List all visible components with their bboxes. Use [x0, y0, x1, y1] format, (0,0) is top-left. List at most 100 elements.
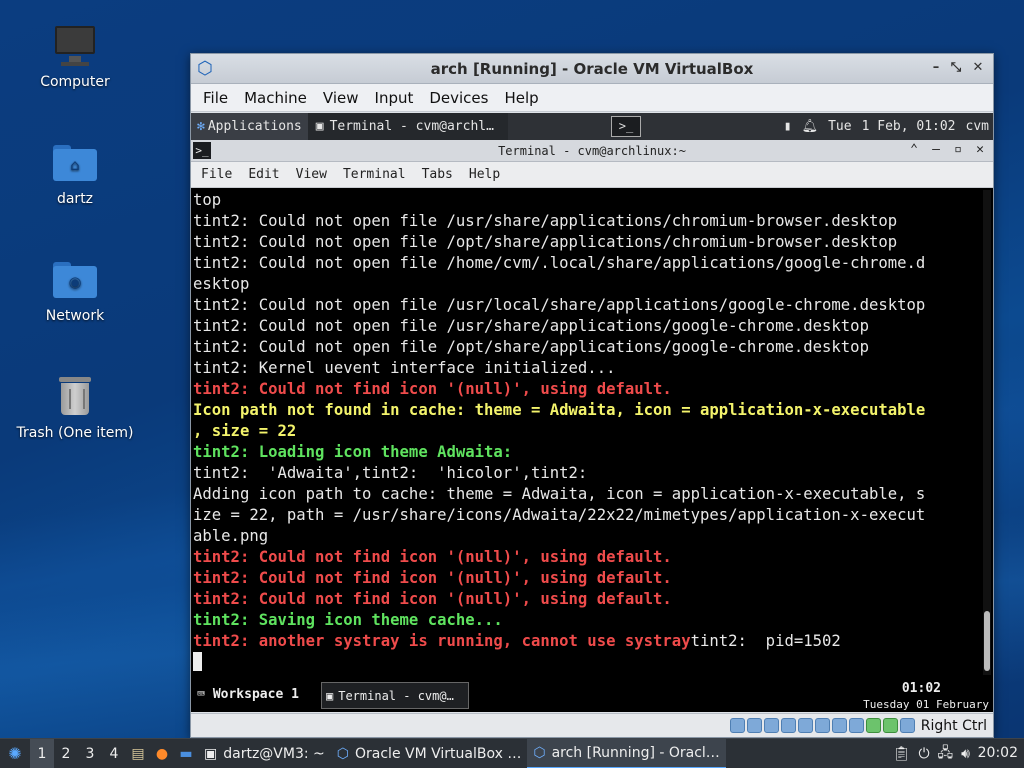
host-task-virtualbox-manager[interactable]: ⬡ Oracle VM VirtualBox …: [331, 739, 528, 768]
applications-label: Applications: [207, 119, 302, 134]
window-title: arch [Running] - Oracle VM VirtualBox: [430, 60, 754, 78]
guest-day: Tue: [828, 119, 852, 134]
menu-machine[interactable]: Machine: [236, 89, 315, 107]
shade-icon[interactable]: ⌃: [905, 142, 923, 157]
menu-help[interactable]: Help: [496, 89, 546, 107]
desktop-icon-network[interactable]: ◉ Network: [14, 256, 136, 324]
guest-bottom-task-terminal[interactable]: ▣ Terminal - cvm@…: [321, 682, 469, 709]
guest-tray: ▮ 🔔︎ Tue 1 Feb, 01:02 cvm: [784, 113, 989, 140]
network-adapter-icon[interactable]: [780, 718, 796, 733]
terminal-line: Adding icon path to cache: theme = Adwai…: [193, 485, 926, 503]
terminal-line: tint2: Loading icon theme Adwaita:: [193, 443, 513, 461]
desktop-icon-computer[interactable]: Computer: [14, 22, 136, 90]
terminal-titlebar[interactable]: >_ Terminal - cvm@archlinux:~ ⌃ – ▫ ✕: [191, 140, 993, 162]
start-menu-icon[interactable]: ✺: [0, 739, 30, 768]
virtualbox-titlebar[interactable]: ⬡ arch [Running] - Oracle VM VirtualBox …: [191, 54, 993, 84]
terminal-scrollbar[interactable]: [983, 190, 991, 675]
desktop-icon-label: Network: [45, 308, 105, 324]
cpu-icon[interactable]: [865, 718, 881, 733]
menu-file[interactable]: File: [195, 89, 236, 107]
menu-view[interactable]: View: [315, 89, 367, 107]
host-task-terminal[interactable]: ▣ dartz@VM3: ~: [198, 739, 331, 768]
host-clock[interactable]: 20:02: [978, 745, 1018, 761]
guest-display[interactable]: ✻ Applications ▣ Terminal - cvm@archl… >…: [191, 113, 993, 712]
close-icon[interactable]: ✕: [969, 60, 987, 75]
mouse-integration-icon[interactable]: [882, 718, 898, 733]
terminal-icon: ▣: [315, 119, 324, 134]
terminal-menu-edit[interactable]: Edit: [240, 167, 287, 182]
terminal-line: tint2: Saving icon theme cache...: [193, 611, 503, 629]
shared-folders-icon[interactable]: [814, 718, 830, 733]
terminal-line: tint2: Could not open file /opt/share/ap…: [193, 338, 869, 356]
terminal-cursor: [193, 652, 202, 671]
terminal-maximize-icon[interactable]: ▫: [949, 142, 967, 157]
terminal-menu-view[interactable]: View: [288, 167, 335, 182]
terminal-close-icon[interactable]: ✕: [971, 142, 989, 157]
menu-devices[interactable]: Devices: [421, 89, 496, 107]
terminal-error-text: tint2: another systray is running, canno…: [193, 632, 691, 650]
display-icon[interactable]: [831, 718, 847, 733]
computer-icon: [51, 22, 99, 70]
volume-icon[interactable]: 🔊︎: [961, 746, 970, 762]
minimize-icon[interactable]: –: [927, 60, 945, 75]
scrollbar-thumb[interactable]: [984, 611, 990, 671]
desktop-icon-trash[interactable]: Trash (One item): [14, 373, 136, 441]
desktop-icon-label: Computer: [40, 74, 110, 90]
terminal-title: Terminal - cvm@archlinux:~: [498, 144, 686, 158]
restore-icon[interactable]: ⤡: [947, 60, 965, 75]
guest-task-terminal[interactable]: ▣ Terminal - cvm@archl…: [307, 113, 508, 140]
workspace-2[interactable]: 2: [54, 746, 78, 762]
keyboard-icon: ⌨: [197, 687, 205, 702]
terminal-line: Icon path not found in cache: theme = Ad…: [193, 401, 926, 419]
virtualbox-icon: ⬡: [336, 745, 349, 762]
desktop-icon-home[interactable]: ⌂ dartz: [14, 139, 136, 207]
menu-input[interactable]: Input: [367, 89, 422, 107]
virtualbox-window: ⬡ arch [Running] - Oracle VM VirtualBox …: [190, 53, 994, 738]
terminal-line: tint2: Could not open file /usr/share/ap…: [193, 212, 898, 230]
terminal-menu-terminal[interactable]: Terminal: [335, 167, 414, 182]
terminal-line: tint2: Could not find icon '(null)', usi…: [193, 548, 672, 566]
guest-date: Tuesday 01 February: [863, 698, 989, 711]
terminal-menubar: File Edit View Terminal Tabs Help: [191, 162, 993, 188]
terminal-line: tint2: another systray is running, canno…: [193, 631, 979, 652]
terminal-line: tint2: Could not find icon '(null)', usi…: [193, 590, 672, 608]
notification-bell-icon[interactable]: 🔔︎: [802, 119, 819, 134]
workspace-label: Workspace 1: [212, 687, 299, 702]
optical-drive-icon[interactable]: [746, 718, 762, 733]
terminal-menu-file[interactable]: File: [193, 167, 240, 182]
host-task-arch-vm[interactable]: ⬡ arch [Running] - Oracl…: [527, 738, 726, 768]
terminal-line: tint2: Could not find icon '(null)', usi…: [193, 569, 672, 587]
show-desktop-icon[interactable]: ▬: [174, 739, 198, 768]
guest-bottom-panel: ⌨ Workspace 1 ▣ Terminal - cvm@… 01:02 T…: [191, 679, 993, 712]
terminal-menu-tabs[interactable]: Tabs: [414, 167, 461, 182]
guest-datetime[interactable]: 1 Feb, 01:02: [862, 119, 956, 134]
hard-disk-icon[interactable]: [729, 718, 745, 733]
guest-user[interactable]: cvm: [966, 119, 989, 134]
network-folder-icon: ◉: [51, 256, 99, 304]
host-key-label: Right Ctrl: [920, 717, 987, 734]
network-icon[interactable]: 🖧: [938, 742, 954, 766]
workspace-1[interactable]: 1: [30, 738, 54, 768]
terminal-minimize-icon[interactable]: –: [927, 142, 945, 157]
firefox-icon[interactable]: ●: [150, 739, 174, 768]
host-tray: 📋︎ ⏻ 🖧 🔊︎: [893, 739, 970, 768]
audio-icon[interactable]: [763, 718, 779, 733]
workspace-4[interactable]: 4: [102, 746, 126, 762]
terminal-line: tint2: Could not open file /opt/share/ap…: [193, 233, 898, 251]
terminal-launcher-icon[interactable]: >_: [611, 116, 641, 137]
recording-icon[interactable]: [848, 718, 864, 733]
usb-icon[interactable]: [797, 718, 813, 733]
terminal-menu-help[interactable]: Help: [461, 167, 508, 182]
battery-icon[interactable]: ▮: [784, 119, 792, 134]
virtualbox-icon: ⬡: [533, 744, 546, 761]
file-manager-icon[interactable]: ▤: [126, 739, 150, 768]
home-folder-icon: ⌂: [51, 139, 99, 187]
workspace-switcher[interactable]: ⌨ Workspace 1: [197, 687, 299, 702]
terminal-line: tint2: 'Adwaita',tint2: 'hicolor',tint2:: [193, 464, 588, 482]
applications-menu[interactable]: ✻ Applications: [191, 113, 308, 140]
workspace-3[interactable]: 3: [78, 746, 102, 762]
power-icon[interactable]: ⏻: [918, 746, 929, 762]
terminal-line: tint2: Could not find icon '(null)', usi…: [193, 380, 672, 398]
clipboard-icon[interactable]: 📋︎: [893, 746, 911, 762]
terminal-output[interactable]: top tint2: Could not open file /usr/share…: [191, 188, 993, 679]
